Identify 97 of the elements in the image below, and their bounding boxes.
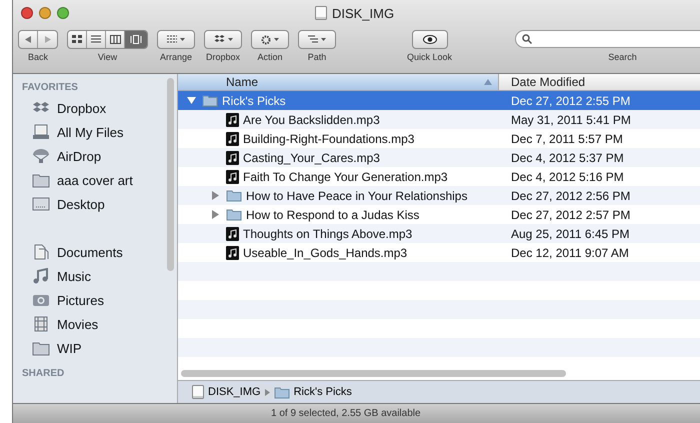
date-modified: Dec 12, 2011 9:07 AM xyxy=(510,246,629,260)
sidebar-item[interactable]: aaa cover art xyxy=(13,168,177,192)
caret-icon xyxy=(228,38,232,41)
columns-icon xyxy=(110,35,120,44)
caret-icon xyxy=(180,38,185,41)
toolbar-label: Back xyxy=(28,52,48,62)
desktop-icon xyxy=(32,196,50,212)
file-name: How to Have Peace in Your Relationships xyxy=(246,188,468,202)
music-file-icon xyxy=(226,112,239,126)
toolbar-label: Dropbox xyxy=(206,52,240,62)
music-note-icon xyxy=(32,268,50,284)
eye-icon xyxy=(422,35,437,44)
caret-icon xyxy=(321,38,326,41)
sidebar-item[interactable]: Movies xyxy=(13,312,177,336)
file-row[interactable]: Are You Backslidden.mp3 May 31, 2011 5:41 PM xyxy=(178,110,700,129)
path-item[interactable]: DISK_IMG xyxy=(208,386,261,398)
music-file-icon xyxy=(226,150,239,164)
date-modified: Dec 27, 2012 2:56 PM xyxy=(510,188,630,202)
sidebar-heading: SHARED xyxy=(21,367,66,381)
cover-flow-icon xyxy=(130,35,142,44)
documents-icon xyxy=(32,244,50,260)
file-name: Rick's Picks xyxy=(222,94,286,108)
path-item[interactable]: Rick's Picks xyxy=(294,386,352,398)
disclosure-triangle-icon[interactable] xyxy=(186,96,196,105)
music-file-icon xyxy=(226,226,239,240)
film-icon xyxy=(32,316,50,332)
sort-arrow-icon xyxy=(484,79,492,85)
dropbox-icon xyxy=(214,35,224,44)
date-modified: Aug 25, 2011 6:45 PM xyxy=(510,226,630,240)
date-modified: Dec 27, 2012 2:57 PM xyxy=(510,208,630,222)
file-name: How to Respond to a Judas Kiss xyxy=(246,208,420,222)
scrollbar[interactable] xyxy=(167,78,174,271)
date-modified: May 31, 2011 5:41 PM xyxy=(510,112,631,126)
arrange-icon xyxy=(167,35,177,44)
caret-icon xyxy=(274,38,279,41)
folder-icon xyxy=(202,94,218,107)
zoom-button[interactable] xyxy=(57,7,69,19)
path-separator-icon xyxy=(264,388,270,396)
column-header[interactable]: Date Modified xyxy=(499,74,700,90)
scrollbar[interactable] xyxy=(181,370,566,377)
toolbar-label: Arrange xyxy=(160,52,192,62)
folder-icon xyxy=(226,189,242,202)
file-name: Building-Right-Foundations.mp3 xyxy=(243,132,414,146)
music-file-icon xyxy=(226,132,239,146)
music-file-icon xyxy=(226,246,239,260)
date-modified: Dec 4, 2012 5:37 PM xyxy=(510,150,624,164)
folder-icon xyxy=(274,386,290,398)
list-icon xyxy=(91,35,101,44)
sidebar-item[interactable]: Dropbox xyxy=(13,96,177,120)
camera-icon xyxy=(32,292,50,308)
folder-icon xyxy=(32,340,50,356)
date-modified: Dec 4, 2012 5:16 PM xyxy=(510,170,624,184)
toolbar-label: Path xyxy=(308,52,326,62)
cover-flow-button[interactable] xyxy=(125,31,147,48)
file-row[interactable]: Rick's Picks Dec 27, 2012 2:55 PM xyxy=(178,91,700,110)
folder-icon xyxy=(226,208,242,221)
file-row[interactable]: Casting_Your_Cares.mp3 Dec 4, 2012 5:37 PM xyxy=(178,148,700,167)
date-modified: Dec 7, 2011 5:57 PM xyxy=(510,132,623,146)
sidebar-item[interactable]: All My Files xyxy=(13,120,177,144)
file-name: Are You Backslidden.mp3 xyxy=(243,112,380,126)
files-icon xyxy=(32,124,50,140)
column-header[interactable]: Name xyxy=(178,74,499,90)
right-arrow-icon xyxy=(44,36,50,43)
status-text: 1 of 9 selected, 2.55 GB available xyxy=(271,408,421,419)
toolbar-label: View xyxy=(98,52,118,62)
search-icon xyxy=(522,34,532,44)
disclosure-triangle-icon[interactable] xyxy=(210,210,220,219)
file-name: Faith To Change Your Generation.mp3 xyxy=(243,170,448,184)
toolbar-label: Quick Look xyxy=(407,52,452,62)
sidebar-item[interactable]: AirDrop xyxy=(13,144,177,168)
file-name: Useable_In_Gods_Hands.mp3 xyxy=(243,246,408,260)
sidebar-heading: FAVORITES xyxy=(21,81,79,95)
minimize-button[interactable] xyxy=(39,7,51,19)
file-row[interactable]: Thoughts on Things Above.mp3 Aug 25, 2011 6:45 PM xyxy=(178,224,700,243)
disclosure-triangle-icon[interactable] xyxy=(210,191,220,200)
search-field[interactable] xyxy=(515,30,700,48)
sidebar-item[interactable]: Pictures xyxy=(13,288,177,312)
toolbar-label: Search xyxy=(608,52,637,62)
sidebar-item[interactable]: WIP xyxy=(13,336,177,360)
grid-icon xyxy=(72,35,82,44)
close-button[interactable] xyxy=(21,7,33,19)
file-name: Thoughts on Things Above.mp3 xyxy=(243,226,412,240)
sidebar-item[interactable]: Documents xyxy=(13,240,177,264)
toolbar-label: Action xyxy=(257,52,282,62)
window-title: DISK_IMG xyxy=(332,6,394,20)
gear-icon xyxy=(261,34,271,44)
folder-icon xyxy=(32,172,50,188)
parachute-icon xyxy=(32,148,50,164)
date-modified: Dec 27, 2012 2:55 PM xyxy=(510,94,630,108)
sidebar-item[interactable]: Desktop xyxy=(13,192,177,216)
view-mode-control[interactable] xyxy=(67,30,148,49)
path-icon xyxy=(308,35,318,44)
sidebar-item[interactable]: Music xyxy=(13,264,177,288)
file-name: Casting_Your_Cares.mp3 xyxy=(243,150,380,164)
left-arrow-icon xyxy=(25,36,31,43)
music-file-icon xyxy=(226,170,239,184)
file-row[interactable]: How to Have Peace in Your Relationships Dec 27, 2012 2:56 PM xyxy=(178,186,700,205)
